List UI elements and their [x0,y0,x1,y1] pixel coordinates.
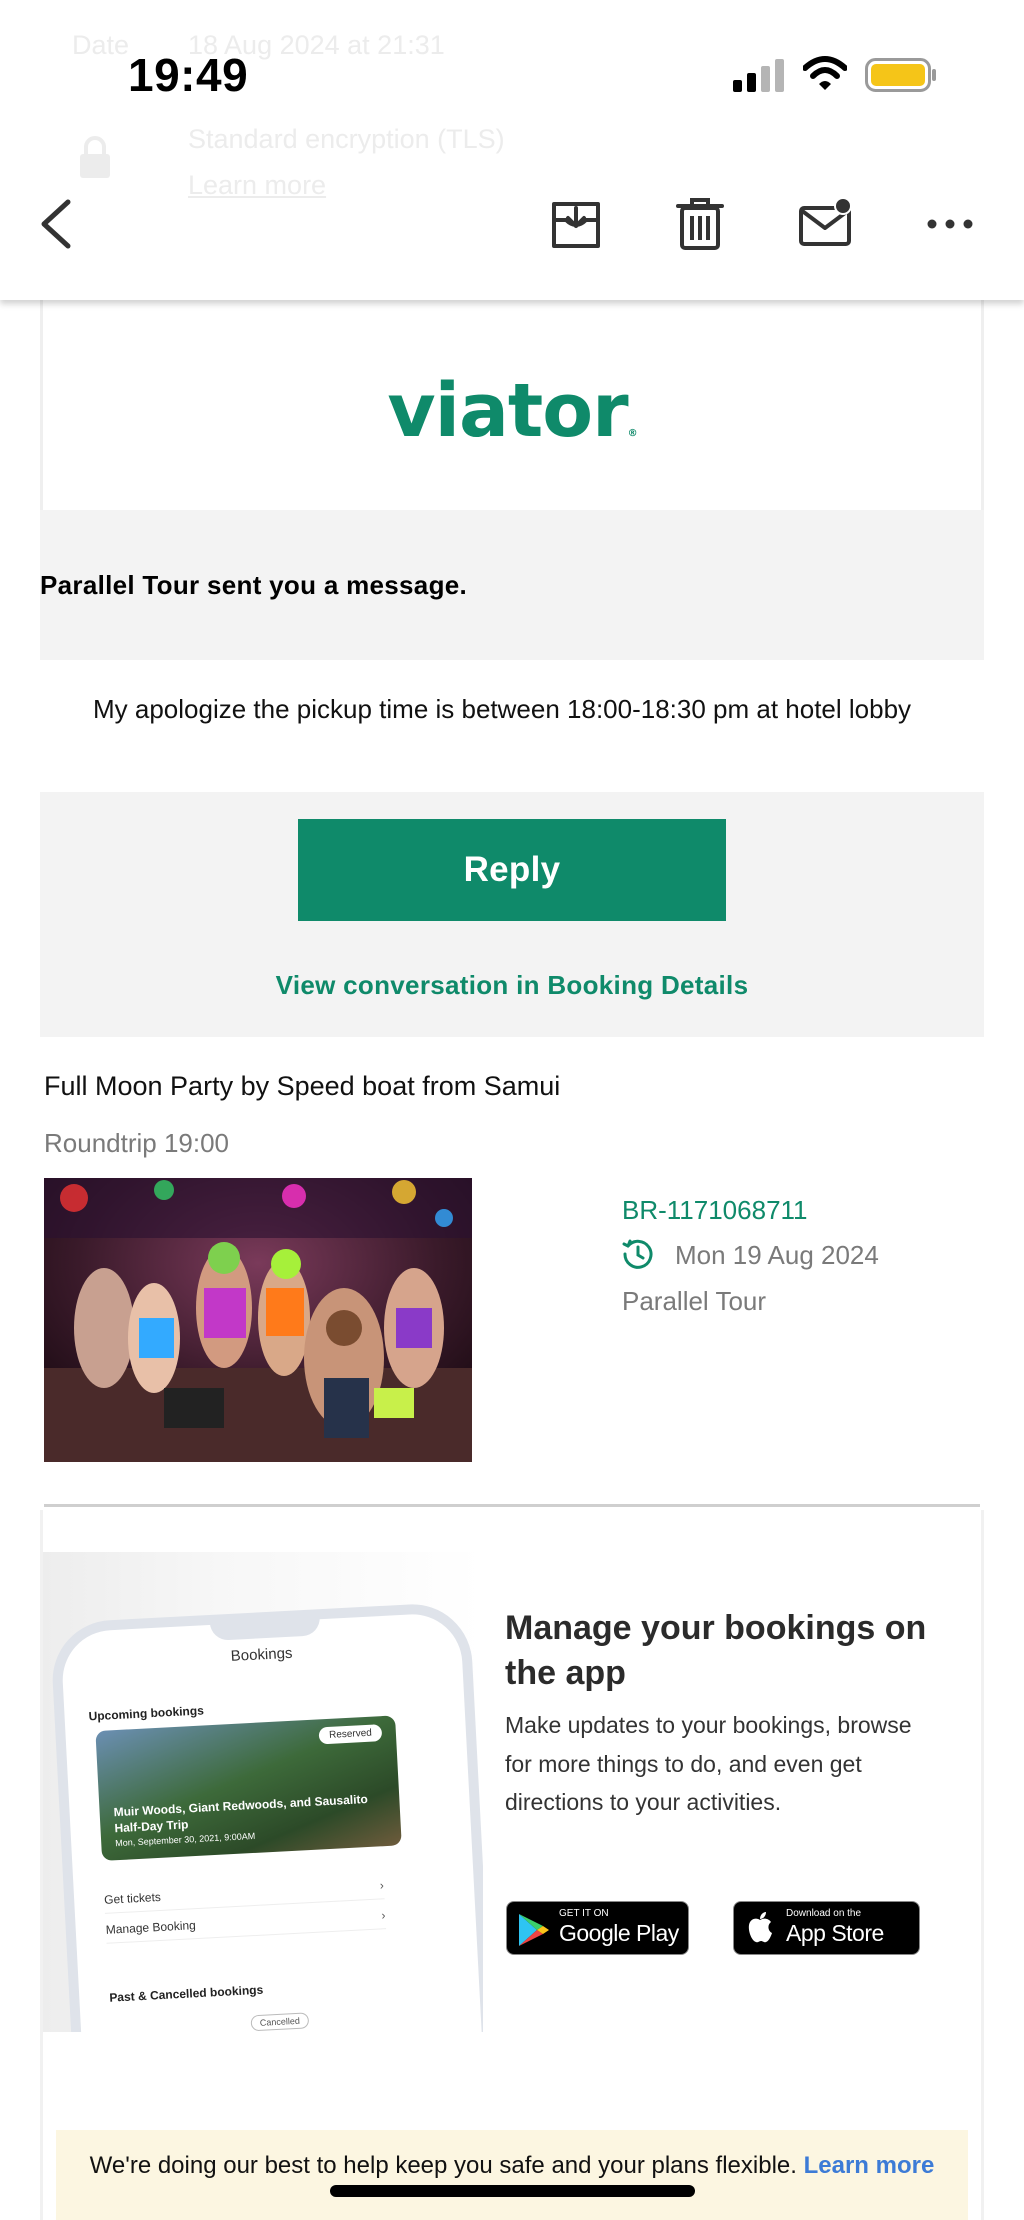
app-store-small: Download on the [786,1908,862,1919]
safety-banner: We're doing our best to help keep you sa… [56,2130,968,2220]
learn-more-link[interactable]: Learn more [188,170,326,201]
tour-operator: Parallel Tour [622,1286,767,1316]
phone-mockup: Bookings Upcoming bookings Reserved Muir… [43,1552,483,2032]
google-play-button[interactable]: GET IT ON Google Play [506,1901,689,1955]
promo-title: Manage your bookings on the app [505,1609,927,1692]
google-play-icon [519,1914,549,1946]
phone-upcoming-label: Upcoming bookings [88,1703,205,1724]
section-divider [44,1504,980,1507]
clock-icon [622,1239,653,1269]
top-bar: Date 18 Aug 2024 at 21:31 Standard encry… [0,0,1024,300]
view-conversation-link[interactable]: View conversation in Booking Details [40,970,984,1001]
message-box: My apologize the pickup time is between … [40,660,984,792]
banner-learn-more-link[interactable]: Learn more [804,2152,935,2179]
tour-title: Full Moon Party by Speed boat from Samui [44,1071,561,1101]
viator-logo: viator® [387,368,637,454]
phone-frame: Bookings Upcoming bookings Reserved Muir… [49,1601,483,2032]
logo-card: viator® [40,300,984,510]
home-indicator[interactable] [330,2185,695,2197]
apple-icon [748,1912,772,1943]
app-promo: Bookings Upcoming bookings Reserved Muir… [40,1510,984,2220]
tour-photo[interactable] [44,1178,472,1462]
promo-body: Make updates to your bookings, browse fo… [505,1712,912,1815]
phone-past-label: Past & Cancelled bookings [108,1982,264,2005]
sender-notice: Parallel Tour sent you a message. [40,570,468,600]
phone-manage-booking: Manage Booking › [105,1908,387,1944]
status-time: 19:49 [128,49,249,101]
phone-booking-card: Reserved Muir Woods, Giant Redwoods, and… [95,1715,402,1861]
message-actions: Reply View conversation in Booking Detai… [40,792,984,1037]
encryption-label: Standard encryption (TLS) [188,124,505,154]
booking-date: Mon 19 Aug 2024 [675,1240,879,1270]
mail-unread-icon[interactable] [797,196,853,252]
header-date-label: Date [72,30,130,60]
lock-icon [80,136,110,178]
reply-button[interactable]: Reply [298,819,726,921]
wifi-icon [803,56,847,90]
phone-get-tickets: Get tickets › [103,1878,385,1914]
archive-icon[interactable] [548,196,604,252]
booking-reference[interactable]: BR-1171068711 [622,1195,808,1226]
google-play-label: Google Play [559,1920,679,1946]
app-store-label: App Store [786,1920,884,1946]
back-icon[interactable] [30,196,86,252]
reserved-badge: Reserved [318,1724,383,1745]
phone-card-title: Muir Woods, Giant Redwoods, and Sausalit… [113,1791,369,1836]
message-text: My apologize the pickup time is between … [93,694,912,724]
phone-screen-title: Bookings [230,1644,293,1665]
banner-text: We're doing our best to help keep you sa… [89,2152,935,2179]
battery-icon [865,58,936,92]
trash-icon[interactable] [672,196,728,252]
phone-notch [209,1613,321,1641]
google-play-small: GET IT ON [559,1908,609,1919]
cancelled-badge: Cancelled [250,2012,310,2032]
signal-icon [733,58,787,92]
app-store-button[interactable]: Download on the App Store [733,1901,920,1955]
message-header: Parallel Tour sent you a message. [40,510,984,660]
more-icon[interactable] [922,196,978,252]
tour-subtitle: Roundtrip 19:00 [44,1128,230,1158]
